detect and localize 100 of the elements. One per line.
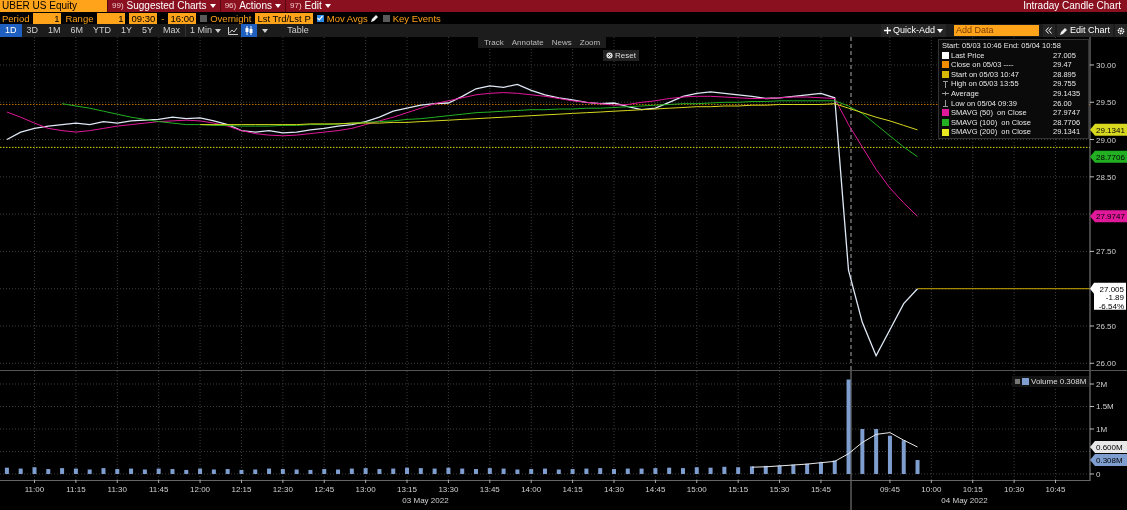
setting-field[interactable]: 1 (97, 12, 126, 24)
caret-icon (262, 28, 269, 33)
y-tick-label: 1.5M (1096, 402, 1115, 412)
chart-tool-button[interactable]: Annotate (511, 37, 544, 48)
chart-tool-button[interactable]: News (551, 37, 572, 48)
time-label: 12:00 (190, 479, 211, 494)
reset-icon (606, 52, 613, 59)
y-tick-label: 26.50 (1096, 322, 1117, 331)
time-label: 10:00 (921, 479, 942, 494)
double-chevron-icon (1045, 27, 1053, 34)
x-tick-label: 15:00 (686, 485, 708, 494)
pencil-icon (1059, 26, 1068, 35)
time-label: 11:45 (148, 479, 169, 494)
reset-button[interactable]: Reset (603, 50, 639, 61)
y-tick-label: 2M (1096, 380, 1108, 389)
x-tick-label: 10:45 (1045, 485, 1067, 494)
setting-field[interactable]: 09:30 (129, 12, 158, 24)
checkbox[interactable] (316, 14, 324, 22)
x-tick-label: 12:45 (314, 485, 335, 494)
time-label: 11:30 (107, 479, 127, 494)
value-tag: 0.308M (1090, 454, 1127, 467)
axis-label: 29.50 (1089, 98, 1117, 108)
time-label: 13:15 (397, 479, 418, 494)
caret-icon (936, 28, 943, 33)
collapse-button[interactable] (1042, 24, 1055, 37)
time-label: 15:15 (728, 479, 749, 494)
line-chart-icon (228, 26, 239, 35)
x-tick-label: 14:45 (645, 485, 666, 494)
axis-label: 27.50 (1089, 247, 1117, 257)
range-tab[interactable]: 1M (43, 24, 66, 37)
high-marker-icon (942, 80, 949, 88)
setting-label: - (161, 12, 165, 24)
security-field[interactable]: UBER US Equity (0, 0, 107, 12)
table-button[interactable]: Table (273, 24, 323, 37)
time-label: 13:30 (438, 479, 459, 494)
checkbox[interactable] (382, 14, 390, 22)
x-tick-label: 11:45 (148, 485, 169, 494)
edit-chart-button[interactable]: Edit Chart (1056, 24, 1113, 37)
x-tick-label: 13:00 (355, 485, 377, 494)
value-tag: 0.600M (1090, 441, 1127, 453)
axis-label: 0 (1089, 470, 1101, 479)
setting-label: Range (65, 12, 94, 24)
y-tick-label: 29.50 (1096, 98, 1117, 108)
axis-label: 26.00 (1089, 359, 1117, 369)
legend-toggle-icon (1015, 379, 1020, 384)
caret-icon (324, 4, 331, 8)
range-tab[interactable]: 1Y (116, 24, 138, 37)
range-tab[interactable]: 3D (21, 24, 44, 37)
range-tab[interactable]: 5Y (137, 24, 159, 37)
range-tab[interactable]: 6M (65, 24, 89, 37)
time-label: 10:30 (1004, 479, 1025, 494)
time-label: 14:00 (521, 479, 542, 494)
average-marker-icon (942, 90, 949, 98)
settings-button[interactable] (1115, 24, 1127, 37)
setting-label: Period (2, 12, 30, 24)
x-tick-label: 13:15 (397, 485, 418, 494)
date-label: 04 May 2022 (941, 496, 988, 505)
chart-tool-button[interactable]: Track (484, 37, 504, 48)
y-tick-label: 30.00 (1096, 60, 1117, 70)
axis-label: 1M (1089, 425, 1108, 434)
checkbox[interactable] (200, 14, 208, 22)
quick-add-button[interactable]: Quick-Add (880, 24, 946, 37)
date-label: 03 May 2022 (402, 496, 449, 505)
time-label: 14:30 (603, 479, 624, 494)
plus-icon (883, 27, 891, 34)
time-label: 12:15 (231, 479, 252, 494)
setting-field[interactable]: 16:00 (168, 12, 197, 24)
setting-field[interactable]: 1 (33, 12, 62, 24)
x-tick-label: 14:15 (562, 485, 584, 494)
low-marker-icon (942, 99, 949, 107)
range-tab[interactable]: Max (158, 24, 186, 37)
caret-icon (215, 28, 222, 33)
add-data-field[interactable]: Add Data (953, 25, 1039, 36)
x-tick-label: 13:30 (438, 485, 459, 494)
caret-icon (209, 4, 216, 8)
x-tick-label: 10:00 (921, 485, 942, 494)
x-tick-label: 11:00 (24, 485, 45, 494)
candle-chart-button[interactable] (241, 24, 258, 37)
x-tick-label: 15:45 (810, 485, 832, 494)
time-label: 09:45 (879, 479, 900, 494)
x-tick-label: 12:00 (190, 485, 211, 494)
range-tab[interactable]: 1D (0, 24, 22, 37)
time-label: 11:00 (24, 479, 45, 494)
legend-label: Volume (1031, 375, 1058, 388)
range-tab[interactable]: YTD (88, 24, 117, 37)
x-tick-label: 13:45 (479, 485, 501, 494)
checkbox-label: Key Events (392, 12, 441, 24)
time-label: 13:00 (355, 479, 376, 494)
time-label: 13:45 (479, 479, 500, 494)
time-label: 15:30 (769, 479, 790, 494)
time-label: 15:00 (686, 479, 707, 494)
y-tick-label: 26.00 (1096, 359, 1117, 369)
chart-tool-button[interactable]: Zoom (579, 37, 601, 48)
x-tick-label: 15:30 (769, 485, 791, 494)
x-tick-label: 12:30 (272, 485, 294, 494)
y-tick-label: 1M (1096, 424, 1108, 434)
checkbox-label: Overnight (210, 12, 252, 24)
value-tag: 27.9747 (1090, 210, 1127, 223)
time-label: 11:15 (66, 479, 86, 494)
setting-field[interactable]: Lst Trd/Lst P (255, 12, 313, 24)
